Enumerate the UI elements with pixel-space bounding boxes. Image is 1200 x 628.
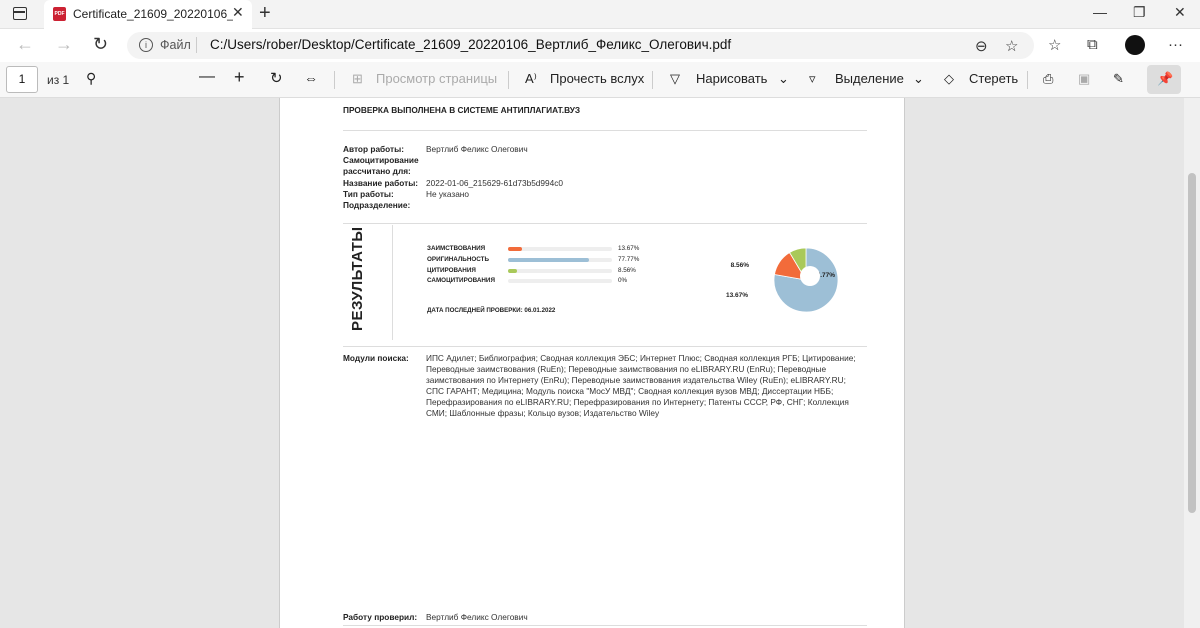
url-divider <box>196 37 197 53</box>
divider <box>343 223 867 224</box>
more-menu-icon[interactable]: ··· <box>1168 36 1183 53</box>
divider <box>343 346 867 347</box>
last-check-date: ДАТА ПОСЛЕДНЕЙ ПРОВЕРКИ: 06.01.2022 <box>427 307 556 314</box>
eraser-icon: ◇ <box>944 71 954 86</box>
address-bar: ← → ↻ i Файл C:/Users/rober/Desktop/Cert… <box>0 29 1200 62</box>
reload-icon[interactable]: ↻ <box>93 34 108 55</box>
forward-arrow-icon[interactable]: → <box>55 34 73 55</box>
results-label: РЕЗУЛЬТАТЫ <box>349 226 366 331</box>
save-icon: ▣ <box>1078 71 1091 86</box>
stat-bar <box>508 247 523 251</box>
highlight-icon: ▿ <box>809 71 816 86</box>
url-scheme-label: Файл <box>160 38 191 52</box>
read-aloud-icon: A⁾ <box>525 71 537 86</box>
selfcite-label-2: рассчитано для: <box>343 166 411 176</box>
restore-icon[interactable]: ❐ <box>1133 4 1146 21</box>
stat-track <box>508 279 612 283</box>
print-icon[interactable]: ⎙ <box>1043 71 1053 87</box>
zoom-in-icon[interactable]: + <box>234 67 245 88</box>
url-path[interactable]: C:/Users/rober/Desktop/Certificate_21609… <box>210 37 731 52</box>
save-as-icon[interactable]: ✎ <box>1113 71 1124 87</box>
work-type-label: Тип работы: <box>343 189 394 199</box>
stat-track <box>508 269 612 273</box>
draw-button[interactable]: Нарисовать <box>696 71 767 86</box>
stat-value: 77.77% <box>618 256 640 263</box>
pdf-toolbar: 1 из 1 ⚲ — + ↻ ⇔ ⊞ Просмотр страницы A⁾ … <box>0 62 1200 98</box>
author-value: Вертлиб Феликс Олегович <box>426 144 528 154</box>
highlight-options-chevron-icon[interactable]: ⌄ <box>913 71 924 87</box>
stat-label: САМОЦИТИРОВАНИЯ <box>427 277 495 284</box>
pie-label: 13.67% <box>726 292 748 299</box>
divider <box>343 130 867 131</box>
stat-track <box>508 247 612 251</box>
stat-label: ЦИТИРОВАНИЯ <box>427 267 476 274</box>
page-view-button[interactable]: Просмотр страницы <box>376 71 497 86</box>
pdf-page: ПРОВЕРКА ВЫПОЛНЕНА В СИСТЕМЕ АНТИПЛАГИАТ… <box>279 98 905 628</box>
modules-value: ИПС Адилет; Библиография; Сводная коллек… <box>426 353 856 419</box>
work-name-label: Название работы: <box>343 178 419 188</box>
document-header: ПРОВЕРКА ВЫПОЛНЕНА В СИСТЕМЕ АНТИПЛАГИАТ… <box>343 105 581 115</box>
donut-chart: 77.77%13.67%8.56% <box>726 247 839 313</box>
collections-icon[interactable]: ⧉ <box>1087 36 1098 53</box>
new-tab-icon[interactable]: + <box>259 2 271 25</box>
toolbar-divider <box>508 71 509 89</box>
zoom-out-icon[interactable]: — <box>199 68 215 86</box>
page-count: из 1 <box>47 73 70 87</box>
back-arrow-icon[interactable]: ← <box>16 34 34 55</box>
scrollbar-thumb[interactable] <box>1188 173 1196 513</box>
minimize-icon[interactable]: — <box>1093 4 1107 20</box>
work-name-value: 2022-01-06_215629-61d73b5d994c0 <box>426 178 564 188</box>
profile-avatar[interactable] <box>1125 35 1145 55</box>
divider <box>343 625 867 626</box>
tab-actions-icon[interactable] <box>13 7 27 20</box>
stat-label: ОРИГИНАЛЬНОСТЬ <box>427 256 490 263</box>
modules-label: Модули поиска: <box>343 353 409 363</box>
close-window-icon[interactable]: ✕ <box>1174 4 1186 21</box>
toolbar-divider <box>652 71 653 89</box>
checked-by-label: Работу проверил: <box>343 612 418 622</box>
toolbar-divider <box>1027 71 1028 89</box>
add-favorite-icon[interactable]: ☆ <box>1005 37 1018 55</box>
url-field[interactable]: i Файл C:/Users/rober/Desktop/Certificat… <box>127 32 1034 59</box>
stat-track <box>508 258 612 262</box>
search-icon[interactable]: ⚲ <box>86 70 96 87</box>
vertical-scrollbar[interactable] <box>1184 98 1200 628</box>
donut-hole <box>800 266 820 286</box>
page-number-input[interactable]: 1 <box>6 66 38 93</box>
stat-value: 8.56% <box>618 267 636 274</box>
stat-value: 13.67% <box>618 245 640 252</box>
rotate-icon[interactable]: ↻ <box>270 69 283 87</box>
zoom-icon[interactable]: ⊖ <box>975 37 988 55</box>
draw-options-chevron-icon[interactable]: ⌄ <box>778 71 789 87</box>
info-icon[interactable]: i <box>139 38 153 52</box>
draw-icon: ▽ <box>670 71 680 86</box>
stat-bar <box>508 269 517 273</box>
favorites-icon[interactable]: ☆ <box>1048 36 1061 54</box>
pdf-icon: PDF <box>53 7 66 21</box>
tab-title: Certificate_21609_20220106_Вер <box>73 7 233 21</box>
pie-label: 8.56% <box>731 262 750 269</box>
close-tab-icon[interactable]: ✕ <box>232 4 244 21</box>
stat-label: ЗАИМСТВОВАНИЯ <box>427 245 486 252</box>
fit-width-icon[interactable]: ⇔ <box>304 70 318 86</box>
pin-icon: 📌 <box>1157 71 1174 86</box>
tab-bar: PDF Certificate_21609_20220106_Вер ✕ + —… <box>0 0 1200 29</box>
selfcite-label-1: Самоцитирование <box>343 155 419 165</box>
erase-button[interactable]: Стереть <box>969 71 1018 86</box>
page-view-icon: ⊞ <box>352 71 363 86</box>
results-block: РЕЗУЛЬТАТЫ ЗАИМСТВОВАНИЯ 13.67% ОРИГИНАЛ… <box>343 225 867 340</box>
browser-tab[interactable]: PDF Certificate_21609_20220106_Вер ✕ <box>44 0 252 29</box>
author-label: Автор работы: <box>343 144 404 154</box>
toolbar-divider <box>334 71 335 89</box>
pin-toolbar-button[interactable]: 📌 <box>1147 65 1181 94</box>
pdf-viewer: ПРОВЕРКА ВЫПОЛНЕНА В СИСТЕМЕ АНТИПЛАГИАТ… <box>0 98 1184 628</box>
highlight-button[interactable]: Выделение <box>835 71 904 86</box>
stat-value: 0% <box>618 277 628 284</box>
stat-bar <box>508 258 589 262</box>
checked-by-value: Вертлиб Феликс Олегович <box>426 612 528 622</box>
read-aloud-button[interactable]: Прочесть вслух <box>550 71 644 86</box>
work-type-value: Не указано <box>426 189 470 199</box>
results-divider <box>392 225 393 340</box>
division-label: Подразделение: <box>343 200 411 210</box>
